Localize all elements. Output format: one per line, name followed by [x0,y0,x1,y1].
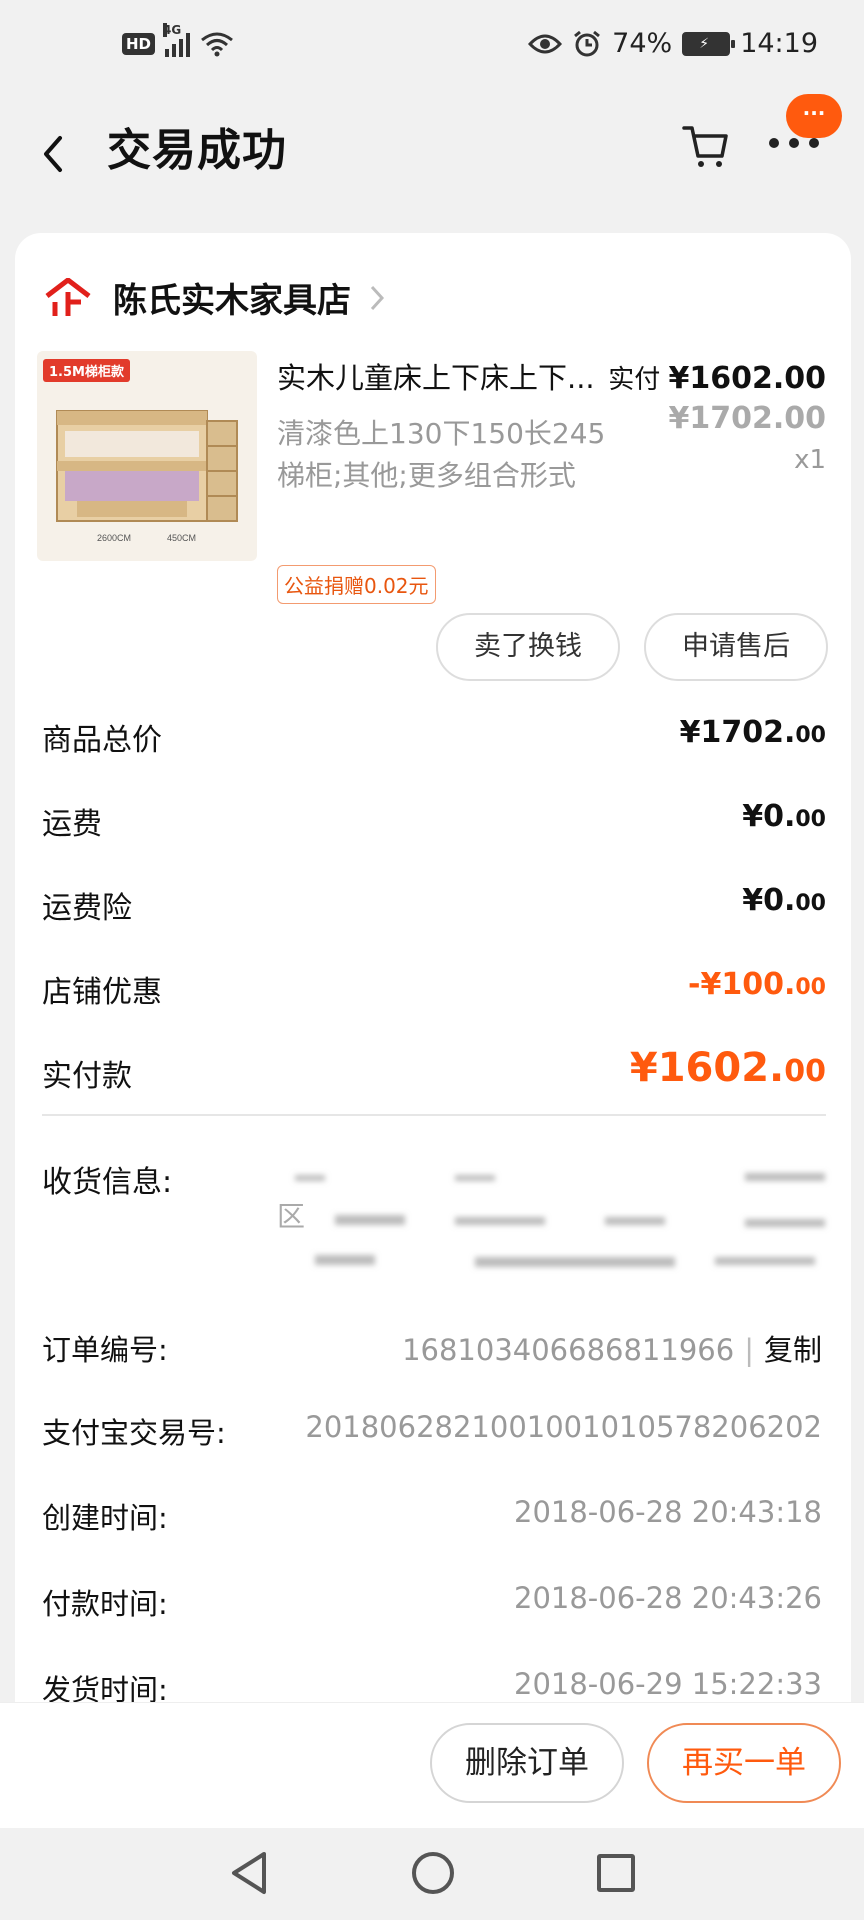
shipped-time-row: 发货时间: 2018-06-29 15:22:33 [42,1667,826,1703]
summary-row-paid: 实付款 ¥1602.00 [42,1045,826,1101]
summary-label: 运费险 [42,891,132,926]
summary-value: ¥1702.00 [679,715,826,750]
paid-price-value: ¥1602.00 [668,361,826,396]
system-nav-bar [0,1828,864,1920]
shipped-time-value: 2018-06-29 15:22:33 [514,1667,822,1701]
product-title[interactable]: 实木儿童床上下床上下... [277,355,637,397]
bunk-bed-illustration: 2600CM 450CM [56,410,238,543]
alipay-row: 支付宝交易号: 2018062821001001010578206202 [42,1410,826,1456]
cellular-signal-icon: 4G [163,23,191,57]
shop-name[interactable]: 陈氏实木家具店 [113,273,351,322]
paid-time-row: 付款时间: 2018-06-28 20:43:26 [42,1581,826,1627]
product-image-tag: 1.5M梯柜款 [43,359,130,382]
summary-label: 运费 [42,807,102,842]
shipped-time-label: 发货时间: [42,1673,168,1703]
nav-home-icon[interactable] [412,1852,454,1894]
status-bar: HD 4G 74% ⚡ 14:19 [0,0,864,92]
created-time-row: 创建时间: 2018-06-28 20:43:18 [42,1495,826,1541]
summary-label: 实付款 [42,1059,132,1094]
battery-icon: ⚡ [682,31,736,56]
battery-percent: 74% [612,28,673,59]
summary-label: 商品总价 [42,723,162,758]
back-icon[interactable] [36,124,76,184]
product-spec: 清漆色上130下150长245梯柜;其他;更多组合形式 [277,417,606,492]
shop-header[interactable]: 陈氏实木家具店 [43,273,385,322]
summary-value: ¥0.00 [742,883,826,918]
alipay-label: 支付宝交易号: [42,1416,226,1450]
summary-row-insurance: 运费险 ¥0.00 [42,883,826,933]
alipay-value: 2018062821001001010578206202 [305,1410,822,1444]
order-card: 陈氏实木家具店 1.5M梯柜款 2600CM 450CM 实木儿童床上下床上下.… [15,233,851,1703]
paid-price-label: 实付 [608,365,661,395]
cart-icon[interactable] [680,120,732,172]
paid-time-label: 付款时间: [42,1587,168,1621]
order-number-label: 订单编号: [42,1333,168,1367]
status-right: 74% ⚡ 14:19 [528,28,818,59]
buy-again-button[interactable]: 再买一单 [647,1723,841,1803]
delete-order-button[interactable]: 删除订单 [430,1723,624,1803]
chevron-right-icon [370,285,385,310]
original-price: ¥1702.00 [668,401,826,436]
redacted-address [295,1173,825,1267]
eye-icon [528,34,563,53]
sell-button[interactable]: 卖了换钱 [436,613,620,681]
summary-value: ¥0.00 [742,799,826,834]
summary-value: -¥100.00 [688,967,826,1002]
header: 交易成功 ··· [0,92,864,232]
after-sale-button[interactable]: 申请售后 [644,613,828,681]
paid-time-value: 2018-06-28 20:43:26 [514,1581,822,1615]
nav-back-icon[interactable] [228,1850,272,1896]
quantity: x1 [794,445,826,475]
bottom-action-bar: 删除订单 再买一单 [0,1702,864,1828]
paid-price: 实付 ¥1602.00 [608,359,826,396]
summary-row-shipping: 运费 ¥0.00 [42,799,826,849]
hd-icon: HD [122,33,156,55]
summary-value: ¥1602.00 [629,1045,826,1091]
copy-button[interactable]: 复制 [764,1333,822,1367]
product-image[interactable]: 1.5M梯柜款 2600CM 450CM [37,351,257,561]
clock: 14:19 [740,28,818,59]
summary-row-discount: 店铺优惠 -¥100.00 [42,967,826,1017]
address-text: 区 [277,1200,306,1233]
wifi-icon [201,32,233,57]
page-title: 交易成功 [107,125,287,176]
created-time-label: 创建时间: [42,1501,168,1535]
alarm-icon [574,30,601,56]
svg-text:450CM: 450CM [167,533,196,543]
status-left: HD 4G [122,23,234,58]
charity-tag: 公益捐赠0.02元 [277,565,436,604]
order-number-row: 订单编号: 168103406686811966 | 复制 [42,1327,826,1373]
divider [42,1114,826,1116]
created-time-value: 2018-06-28 20:43:18 [514,1495,822,1529]
svg-text:2600CM: 2600CM [97,533,131,543]
summary-label: 店铺优惠 [42,975,162,1010]
shipping-info-label: 收货信息: [42,1165,173,1200]
order-number-value: 168103406686811966 | 复制 [402,1333,822,1367]
summary-row-total: 商品总价 ¥1702.00 [42,715,826,765]
shop-logo-icon [45,277,91,316]
nav-recent-apps-icon[interactable] [597,1854,635,1892]
message-badge[interactable]: ··· [786,94,842,138]
